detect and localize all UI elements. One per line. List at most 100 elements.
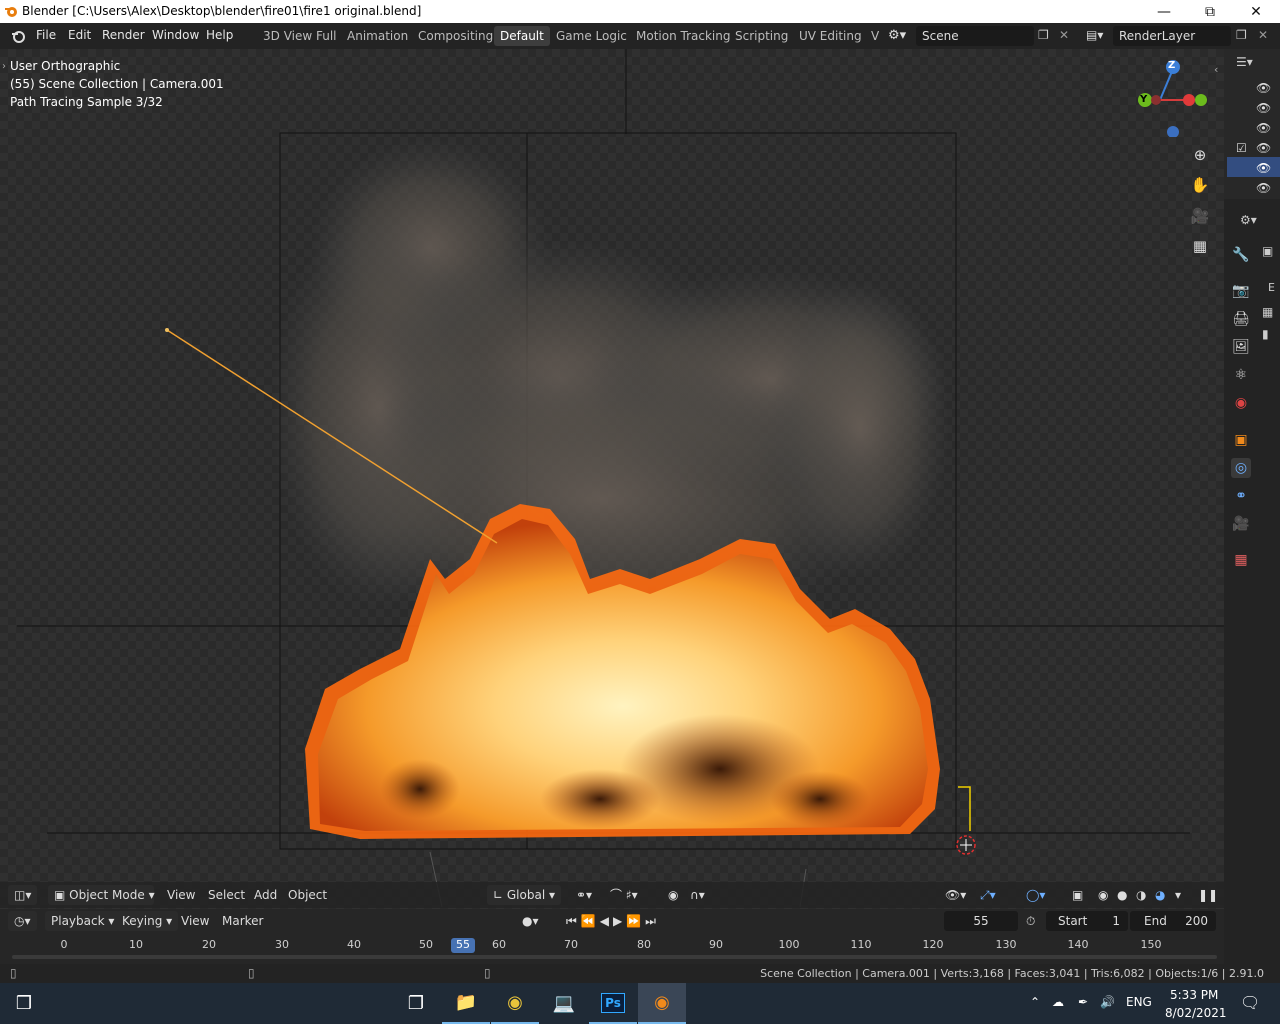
- onedrive-icon[interactable]: ☁: [1052, 995, 1064, 1009]
- object-data-tab-icon[interactable]: 🎥: [1231, 514, 1251, 534]
- scene-selector-icon[interactable]: ⚙▾: [888, 28, 906, 43]
- menu-add[interactable]: Add: [254, 885, 277, 905]
- snap-icon[interactable]: ⌒ ♯▾: [610, 885, 638, 905]
- tab-default[interactable]: Default: [494, 26, 550, 46]
- camera-view-icon[interactable]: 🎥: [1189, 205, 1211, 227]
- wifi-icon[interactable]: ✒: [1078, 995, 1088, 1009]
- zoom-icon[interactable]: ⊕: [1189, 144, 1211, 166]
- blender-menu-icon[interactable]: [10, 28, 26, 44]
- proportional-edit-icon[interactable]: ◉: [668, 885, 678, 905]
- solid-shading-icon[interactable]: ●: [1117, 885, 1127, 905]
- menu-view[interactable]: View: [167, 885, 195, 905]
- end-frame-field[interactable]: End 200: [1130, 911, 1216, 931]
- material-shading-icon[interactable]: ◑: [1136, 885, 1146, 905]
- timeline-scrollbar[interactable]: [12, 955, 1217, 959]
- toolbar-toggle-icon[interactable]: ›: [2, 61, 6, 72]
- record-icon[interactable]: ●▾: [522, 911, 539, 931]
- frame-ruler[interactable]: 0 10 20 30 40 50 55 60 70 80 90 100 110 …: [0, 938, 1224, 954]
- sidebar-link-icon[interactable]: ▮: [1262, 327, 1280, 343]
- scene-tab-icon[interactable]: ⚛: [1231, 365, 1251, 385]
- render-layer-field[interactable]: RenderLayer: [1113, 26, 1231, 46]
- maximize-button[interactable]: ⧉: [1187, 0, 1233, 23]
- visibility-eye-icon[interactable]: 👁: [1256, 141, 1271, 155]
- close-button[interactable]: ✕: [1233, 0, 1279, 23]
- scene-name-field[interactable]: Scene: [916, 26, 1034, 46]
- windows-start-icon[interactable]: ❒: [0, 983, 48, 1024]
- object-tab-icon[interactable]: ▣: [1231, 430, 1251, 450]
- texture-tab-icon[interactable]: ▦: [1231, 550, 1251, 570]
- menu-select[interactable]: Select: [208, 885, 245, 905]
- visibility-eye-icon[interactable]: 👁: [1256, 101, 1271, 115]
- notifications-icon[interactable]: 🗨: [1240, 993, 1260, 1012]
- rendered-shading-icon[interactable]: ◕: [1155, 885, 1165, 905]
- menu-timeline-view[interactable]: View: [181, 911, 209, 931]
- outliner-editor-icon[interactable]: ☰▾: [1236, 55, 1253, 69]
- constraints-tab-icon[interactable]: ⚭: [1231, 486, 1251, 506]
- visibility-eye-icon[interactable]: 👁: [1256, 121, 1271, 135]
- clock-time[interactable]: 5:33 PM: [1170, 988, 1218, 1002]
- menu-marker[interactable]: Marker: [222, 911, 263, 931]
- stopwatch-icon[interactable]: ⏱: [1026, 911, 1035, 931]
- delete-layer-icon[interactable]: ✕: [1258, 28, 1268, 42]
- world-tab-icon[interactable]: ◉: [1231, 393, 1251, 413]
- perspective-grid-icon[interactable]: ▦: [1189, 235, 1211, 257]
- blender-taskbar-icon[interactable]: ◉: [638, 983, 686, 1024]
- playback-controls-icon[interactable]: ⏮⏪◀▶⏩⏭: [566, 911, 660, 931]
- sidebar-pattern-icon[interactable]: ▦: [1262, 305, 1280, 321]
- tab-motion-tracking[interactable]: Motion Tracking: [630, 26, 736, 46]
- delete-scene-icon[interactable]: ✕: [1059, 28, 1069, 42]
- timeline-editor-icon[interactable]: ◷▾: [8, 911, 37, 931]
- visibility-eye-icon[interactable]: 👁: [1256, 81, 1271, 95]
- output-tab-icon[interactable]: 🖨: [1231, 309, 1251, 329]
- volume-icon[interactable]: 🔊: [1100, 995, 1115, 1009]
- tab-scripting[interactable]: Scripting: [729, 26, 794, 46]
- new-layer-icon[interactable]: ❐: [1236, 28, 1247, 42]
- exclude-checkbox-icon[interactable]: ☑: [1236, 141, 1247, 155]
- selected-row[interactable]: [1227, 157, 1280, 177]
- view-layer-tab-icon[interactable]: 🖼: [1231, 337, 1251, 357]
- wireframe-shading-icon[interactable]: ◉: [1098, 885, 1108, 905]
- tab-3d-view-full[interactable]: 3D View Full: [257, 26, 343, 46]
- language-indicator[interactable]: ENG: [1126, 995, 1152, 1009]
- pivot-icon[interactable]: ⚭▾: [576, 885, 592, 905]
- task-view-icon[interactable]: ❐: [392, 983, 440, 1024]
- menu-window[interactable]: Window: [152, 28, 199, 42]
- tab-compositing[interactable]: Compositing: [412, 26, 499, 46]
- pan-hand-icon[interactable]: ✋: [1189, 174, 1211, 196]
- photoshop-icon[interactable]: Ps: [589, 983, 637, 1024]
- start-frame-field[interactable]: Start 1: [1046, 911, 1128, 931]
- pause-render-icon[interactable]: ❚❚: [1198, 885, 1218, 905]
- menu-keying[interactable]: Keying ▾: [116, 911, 179, 931]
- tool-tab-icon[interactable]: 🔧: [1231, 245, 1251, 265]
- visibility-eye-icon[interactable]: 👁: [1256, 161, 1271, 175]
- chrome-icon[interactable]: ◉: [491, 983, 539, 1024]
- current-frame-field[interactable]: 55: [944, 911, 1018, 931]
- overlay-toggle-icon[interactable]: ◯▾: [1026, 885, 1045, 905]
- clock-date[interactable]: 8/02/2021: [1165, 1006, 1227, 1020]
- menu-object[interactable]: Object: [288, 885, 327, 905]
- shading-options-icon[interactable]: ▾: [1175, 885, 1181, 905]
- orientation-dropdown[interactable]: ∟ Global ▾: [487, 885, 561, 905]
- sidebar-object-icon[interactable]: ▣: [1262, 244, 1280, 260]
- tab-game-logic[interactable]: Game Logic: [550, 26, 633, 46]
- tray-expand-icon[interactable]: ⌃: [1030, 995, 1040, 1009]
- mode-dropdown[interactable]: ▣ Object Mode ▾: [48, 885, 155, 905]
- falloff-icon[interactable]: ∩▾: [690, 885, 705, 905]
- tab-more[interactable]: V: [865, 26, 885, 46]
- render-tab-icon[interactable]: 📷: [1231, 281, 1251, 301]
- xray-icon[interactable]: ▣: [1072, 885, 1083, 905]
- menu-file[interactable]: File: [36, 28, 56, 42]
- menu-playback[interactable]: Playback ▾: [45, 911, 121, 931]
- visibility-eye-icon[interactable]: 👁: [1256, 181, 1271, 195]
- menu-help[interactable]: Help: [206, 28, 233, 42]
- 3d-viewport[interactable]: › User Orthographic (55) Scene Collectio…: [0, 49, 1224, 909]
- menu-render[interactable]: Render: [102, 28, 145, 42]
- menu-edit[interactable]: Edit: [68, 28, 91, 42]
- visibility-icon[interactable]: 👁▾: [945, 885, 966, 905]
- properties-editor-icon[interactable]: ⚙▾: [1240, 213, 1257, 227]
- gizmo-toggle-icon[interactable]: ⤢▾: [980, 885, 996, 905]
- tab-uv-editing[interactable]: UV Editing: [793, 26, 868, 46]
- desktop-app-icon[interactable]: 💻: [540, 983, 588, 1024]
- physics-tab-icon[interactable]: ◎: [1231, 458, 1251, 478]
- file-explorer-icon[interactable]: 📁: [442, 983, 490, 1024]
